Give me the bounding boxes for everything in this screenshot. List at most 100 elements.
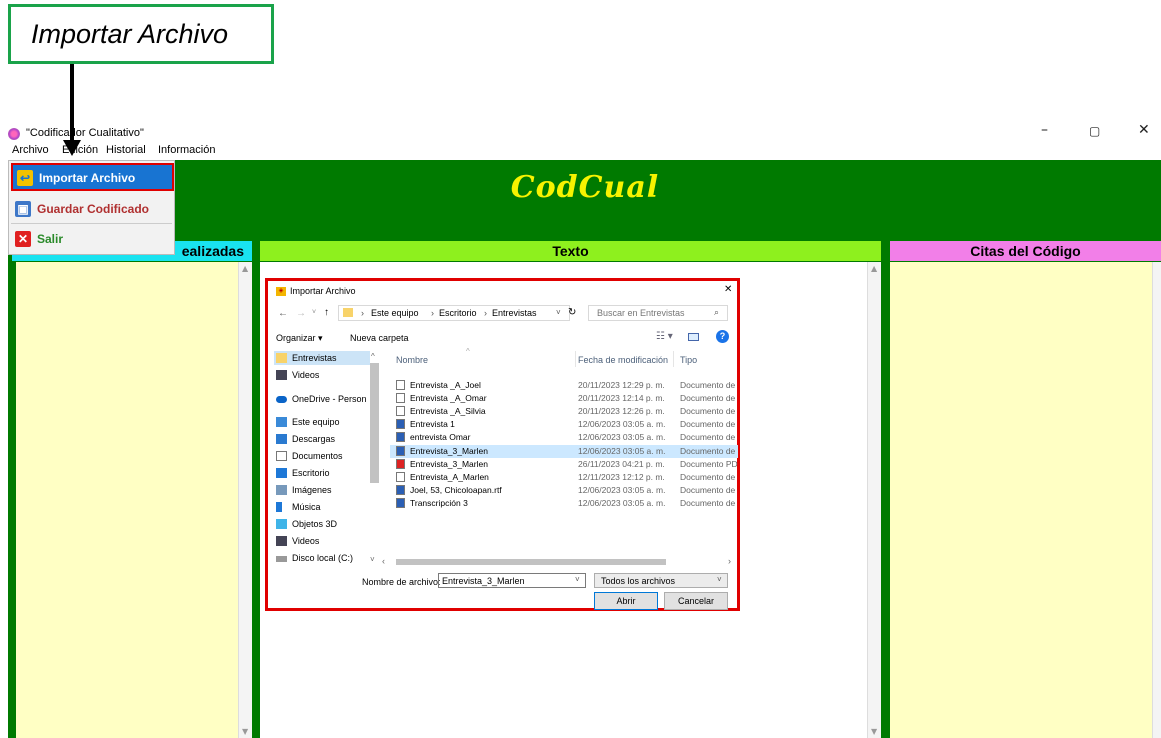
menu-informacion[interactable]: Información	[158, 144, 215, 156]
breadcrumb-item[interactable]: Escritorio	[439, 308, 477, 318]
dialog-title: Importar Archivo	[290, 286, 356, 296]
forward-arrow-icon[interactable]: →	[296, 308, 306, 319]
filename-input[interactable]: Entrevista_3_Marlen ˅	[438, 573, 586, 588]
nav-item[interactable]: Imágenes	[276, 485, 332, 495]
file-type-value: Todos los archivos	[601, 576, 676, 586]
search-input[interactable]: Buscar en Entrevistas ⌕	[588, 305, 728, 321]
menu-item-salir[interactable]: ✕ Salir	[11, 226, 174, 252]
nav-item[interactable]: Documentos	[276, 451, 343, 461]
folder-icon	[276, 353, 287, 363]
open-button[interactable]: Abrir	[594, 592, 658, 610]
file-row[interactable]: Transcripción 3 12/06/2023 03:05 a. m. Doc…	[390, 497, 738, 510]
view-options-icon[interactable]: ☷ ▾	[656, 331, 673, 342]
nav-item[interactable]: OneDrive - Person	[276, 394, 367, 404]
file-row[interactable]: Entrevista _A_Omar 20/11/2023 12:14 p. m.…	[390, 392, 738, 405]
chevron-down-icon[interactable]: ˅	[717, 575, 722, 584]
refresh-icon[interactable]: ↻	[568, 307, 576, 318]
menu-archivo[interactable]: Archivo	[12, 144, 49, 156]
file-icon	[396, 497, 405, 508]
callout-arrow-head	[63, 140, 81, 156]
file-icon	[396, 419, 405, 430]
nav-item[interactable]: Este equipo	[276, 417, 340, 427]
dialog-close-icon[interactable]: ✕	[724, 284, 732, 295]
panel-left-list[interactable]	[16, 262, 252, 738]
file-date: 12/06/2023 03:05 a. m.	[578, 445, 666, 456]
up-arrow-icon[interactable]: ↑	[324, 307, 329, 318]
file-row[interactable]: Entrevista_3_Marlen 26/11/2023 04:21 p. m…	[390, 458, 738, 471]
minimize-button[interactable]: –	[1041, 122, 1048, 138]
nav-item[interactable]: Música	[276, 502, 321, 512]
file-date: 12/06/2023 03:05 a. m.	[578, 484, 666, 495]
address-dropdown-icon[interactable]: ˅	[556, 308, 561, 317]
file-icon	[396, 471, 405, 482]
app-icon	[8, 128, 20, 140]
file-icon	[396, 445, 405, 456]
breadcrumb-item[interactable]: Entrevistas	[492, 308, 537, 318]
file-date: 12/06/2023 03:05 a. m.	[578, 419, 666, 430]
maximize-button[interactable]: ▢	[1089, 124, 1100, 138]
video-icon	[276, 536, 287, 546]
file-row[interactable]: Entrevista 1 12/06/2023 03:05 a. m. Docume…	[390, 418, 738, 431]
file-type: Documento de	[680, 497, 736, 508]
file-name: Entrevista _A_Silvia	[410, 406, 486, 417]
file-date: 12/06/2023 03:05 a. m.	[578, 497, 666, 508]
music-icon	[276, 502, 282, 512]
cancel-button[interactable]: Cancelar	[664, 592, 728, 610]
preview-pane-icon[interactable]	[688, 333, 699, 341]
filename-value: Entrevista_3_Marlen	[442, 576, 525, 586]
help-icon[interactable]: ?	[716, 330, 729, 343]
file-date: 20/11/2023 12:26 p. m.	[578, 406, 665, 417]
menu-item-guardar[interactable]: ▣ Guardar Codificado	[11, 196, 174, 222]
organize-button[interactable]: Organizar ▾	[276, 333, 323, 344]
file-row[interactable]: entrevista Omar 12/06/2023 03:05 a. m. Doc…	[390, 431, 738, 444]
dialog-app-icon: ◈	[276, 287, 286, 296]
back-arrow-icon[interactable]: ←	[278, 308, 288, 319]
address-bar[interactable]: › Este equipo › Escritorio › Entrevistas	[338, 305, 570, 321]
video-icon	[276, 370, 287, 380]
close-button[interactable]: ✕	[1138, 122, 1150, 138]
nav-item[interactable]: Descargas	[276, 434, 335, 444]
file-type-select[interactable]: Todos los archivos ˅	[594, 573, 728, 588]
navigation-pane: Entrevistas Videos OneDrive - Person Est…	[270, 351, 380, 573]
panel-right-header: Citas del Código	[890, 241, 1161, 261]
nav-scrollbar-thumb[interactable]	[370, 363, 379, 483]
menu-historial[interactable]: Historial	[106, 144, 146, 156]
nav-item[interactable]: Disco local (C:)	[276, 553, 353, 563]
col-header-name[interactable]: Nombre	[396, 355, 428, 365]
chevron-down-icon[interactable]: ˅	[312, 309, 316, 316]
col-header-type[interactable]: Tipo	[680, 355, 697, 365]
search-placeholder: Buscar en Entrevistas	[597, 308, 685, 318]
breadcrumb-item[interactable]: Este equipo	[371, 308, 419, 318]
file-type: Documento de	[680, 393, 736, 404]
file-row[interactable]: Joel, 53, Chicoloapan.rtf 12/06/2023 03:0…	[390, 484, 738, 497]
nav-item[interactable]: Entrevistas	[276, 353, 337, 363]
new-folder-button[interactable]: Nueva carpeta	[350, 333, 409, 343]
file-name: Entrevista _A_Omar	[410, 393, 487, 404]
col-header-date[interactable]: Fecha de modificación	[578, 355, 668, 365]
file-row[interactable]: Entrevista _A_Joel 20/11/2023 12:29 p. m.…	[390, 379, 738, 392]
nav-item[interactable]: Videos	[276, 370, 319, 380]
menu-item-label: Salir	[37, 232, 64, 246]
app-header-title: CodCual	[510, 170, 660, 205]
import-arrow-icon: ↩	[17, 170, 33, 186]
disk-icon	[276, 556, 287, 562]
file-row[interactable]: Entrevista _A_Silvia 20/11/2023 12:26 p. …	[390, 405, 738, 418]
panel-right-citations[interactable]	[890, 262, 1161, 738]
right-scrollbar[interactable]	[1152, 262, 1161, 738]
nav-item[interactable]: Videos	[276, 536, 319, 546]
file-icon	[396, 393, 405, 404]
center-scrollbar[interactable]: ▲ ▼	[867, 262, 881, 738]
file-name: Entrevista_3_Marlen	[410, 445, 488, 456]
file-type: Documento de	[680, 432, 736, 443]
nav-item[interactable]: Escritorio	[276, 468, 330, 478]
nav-item[interactable]: Objetos 3D	[276, 519, 337, 529]
menu-item-importar[interactable]: ↩ Importar Archivo	[11, 163, 174, 191]
file-icon	[396, 406, 405, 417]
left-scrollbar[interactable]: ▲ ▼	[238, 262, 252, 738]
file-row[interactable]: Entrevista_A_Marlen 12/11/2023 12:12 p. m…	[390, 471, 738, 484]
chevron-down-icon[interactable]: ˅	[575, 575, 580, 584]
file-type: Documento de	[680, 445, 736, 456]
file-row[interactable]: Entrevista_3_Marlen 12/06/2023 03:05 a. m…	[390, 444, 738, 458]
file-list-hscrollbar[interactable]: ‹ ›	[382, 556, 735, 567]
close-x-icon: ✕	[15, 231, 31, 247]
